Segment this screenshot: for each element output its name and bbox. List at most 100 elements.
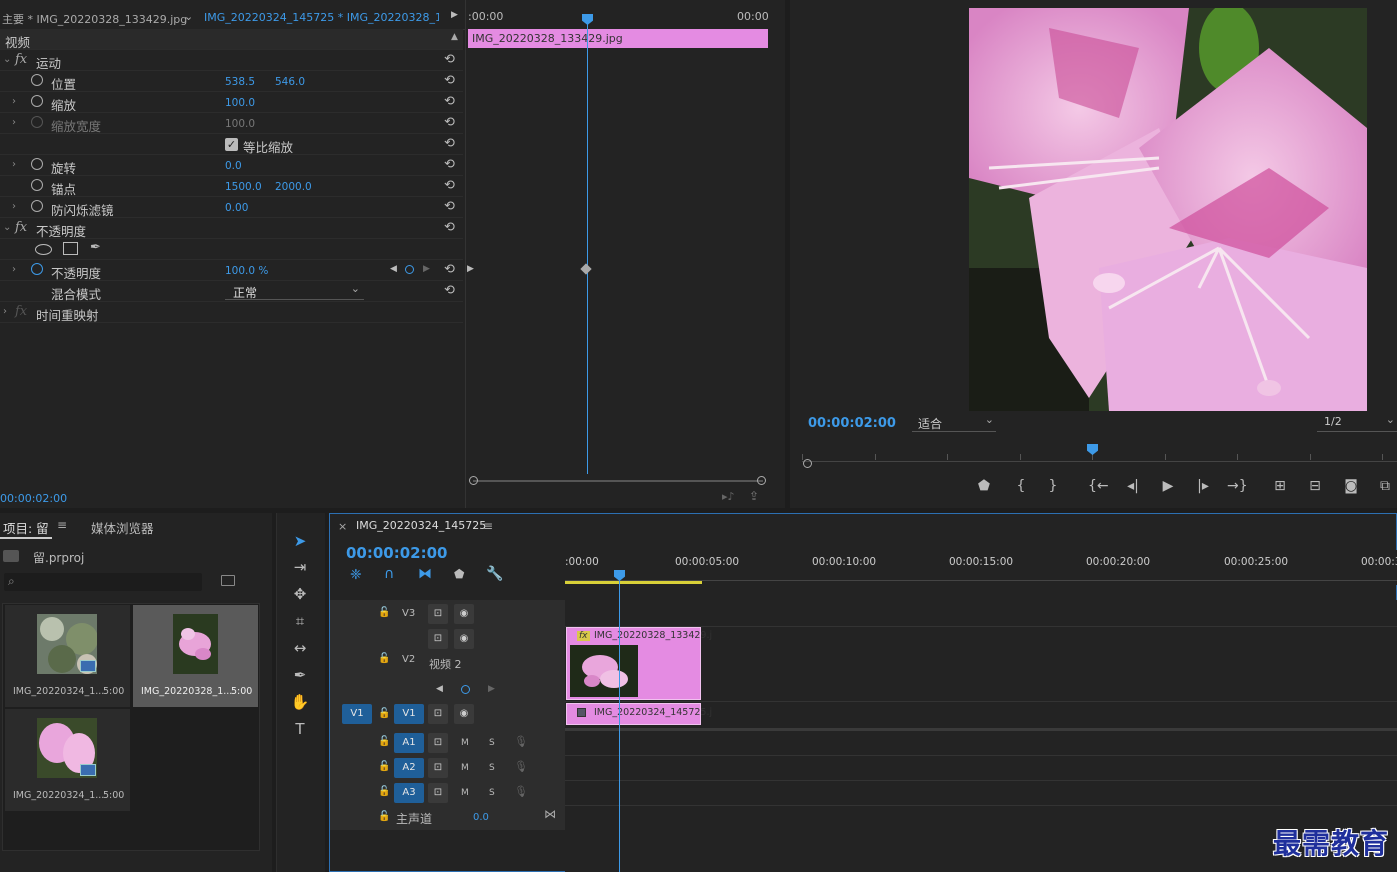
reset-icon[interactable]: ⟲ — [444, 220, 455, 235]
expand-chevron-icon[interactable]: › — [12, 159, 16, 170]
stopwatch-icon[interactable] — [31, 74, 43, 86]
add-keyframe-icon[interactable] — [405, 265, 414, 274]
reset-icon[interactable]: ⟲ — [444, 283, 455, 298]
resolution-select[interactable]: 1/2 ⌄ — [1317, 413, 1397, 432]
panel-menu-icon[interactable]: ≡ — [57, 518, 67, 532]
expand-chevron-icon[interactable]: ⌄ — [3, 222, 11, 233]
antiflicker-value[interactable]: 0.00 — [225, 202, 248, 214]
extract-icon[interactable]: ⊟ — [1305, 478, 1325, 494]
ripple-edit-tool-icon[interactable]: ✥ — [290, 584, 310, 604]
lock-icon[interactable]: 🔓 — [378, 653, 390, 664]
expand-chevron-icon[interactable]: › — [12, 117, 16, 128]
reset-icon[interactable]: ⟲ — [444, 178, 455, 193]
comparison-view-icon[interactable]: ⧉ — [1375, 478, 1395, 494]
reset-icon[interactable]: ⟲ — [444, 115, 455, 130]
lock-icon[interactable]: 🔓 — [378, 811, 390, 822]
tab-project[interactable]: 项目: 留 — [3, 518, 49, 537]
position-x-value[interactable]: 538.5 — [225, 76, 255, 88]
export-frame-icon[interactable]: ◙ — [1341, 478, 1361, 494]
effect-controls-timecode[interactable]: 00:00:02:00 — [0, 492, 67, 505]
program-timecode[interactable]: 00:00:02:00 — [808, 416, 896, 431]
eye-icon[interactable]: ◉ — [454, 604, 474, 624]
mute-button[interactable]: M — [461, 738, 469, 748]
timeline-ruler[interactable]: :00:00 00:00:05:00 00:00:10:00 00:00:15:… — [565, 550, 1397, 585]
source-patch-v1[interactable]: V1 — [342, 704, 372, 724]
zoom-handle-right[interactable] — [757, 476, 766, 485]
lock-icon[interactable]: 🔓 — [378, 736, 390, 747]
lift-icon[interactable]: ⊞ — [1270, 478, 1290, 494]
mini-zoom-scrollbar[interactable] — [473, 480, 763, 482]
sync-lock-icon[interactable]: ⊡ — [428, 629, 448, 649]
mark-out-icon[interactable]: } — [1043, 478, 1063, 494]
project-item[interactable]: IMG_20220324_1... 5:00 — [5, 709, 130, 811]
blend-mode-select[interactable]: 正常 ⌄ — [225, 282, 364, 300]
microphone-icon[interactable]: 🎙 — [514, 785, 528, 798]
reset-icon[interactable]: ⟲ — [444, 73, 455, 88]
master-volume[interactable]: 0.0 — [473, 812, 489, 823]
project-item[interactable]: IMG_20220324_1... 5:00 — [5, 605, 130, 707]
timeline-tab[interactable]: IMG_20220324_145725 — [356, 519, 486, 532]
go-to-in-icon[interactable]: {← — [1088, 478, 1109, 494]
pen-mask-icon[interactable]: ✒ — [90, 240, 101, 255]
type-tool-icon[interactable]: T — [290, 719, 310, 739]
sync-lock-icon[interactable]: ⊡ — [428, 783, 448, 803]
reset-icon[interactable]: ⟲ — [444, 136, 455, 151]
project-item-selected[interactable]: IMG_20220328_1... 5:00 — [133, 605, 258, 707]
program-ruler[interactable] — [802, 440, 1397, 462]
tab-sequence-clip[interactable]: IMG_20220324_145725 * IMG_20220328_13... — [204, 11, 439, 24]
mark-in-icon[interactable]: { — [1011, 478, 1031, 494]
go-to-end-icon[interactable]: ⋈ — [544, 807, 556, 821]
project-search-input[interactable]: ⌕ — [4, 573, 202, 591]
add-marker-icon[interactable]: ⬟ — [454, 567, 464, 581]
slip-tool-icon[interactable]: ↔ — [290, 638, 310, 658]
lock-icon[interactable]: 🔓 — [378, 761, 390, 772]
expand-chevron-icon[interactable]: › — [12, 201, 16, 212]
sync-lock-icon[interactable]: ⊡ — [428, 604, 448, 624]
prev-keyframe-icon[interactable]: ◀ — [390, 264, 397, 274]
work-area-bar[interactable] — [565, 581, 702, 584]
solo-button[interactable]: S — [489, 738, 495, 748]
selection-tool-icon[interactable]: ➤ — [290, 531, 310, 551]
add-keyframe-icon[interactable] — [461, 685, 470, 694]
step-back-icon[interactable]: ◂| — [1123, 478, 1143, 494]
prev-keyframe-icon[interactable]: ◀ — [436, 684, 443, 694]
timeline-clip-v1[interactable]: IMG_20220324_145725.j — [566, 703, 712, 725]
next-keyframe-icon[interactable]: ▶ — [488, 684, 495, 694]
tab-media-browser[interactable]: 媒体浏览器 — [91, 518, 154, 537]
eye-icon[interactable]: ◉ — [454, 629, 474, 649]
hand-tool-icon[interactable]: ✋ — [290, 692, 310, 712]
uniform-scale-checkbox[interactable]: ✓ — [225, 138, 238, 151]
eye-icon[interactable]: ◉ — [454, 704, 474, 724]
stopwatch-icon[interactable] — [31, 179, 43, 191]
sync-lock-icon[interactable]: ⊡ — [428, 704, 448, 724]
track-target-a2[interactable]: A2 — [394, 758, 424, 778]
go-to-out-icon[interactable]: →} — [1227, 478, 1248, 494]
stopwatch-icon[interactable] — [31, 263, 43, 275]
opacity-value[interactable]: 100.0 % — [225, 265, 268, 277]
filter-icon[interactable]: ▸♪ — [722, 490, 735, 503]
solo-button[interactable]: S — [489, 763, 495, 773]
rectangle-mask-icon[interactable] — [63, 242, 78, 255]
next-keyframe-icon[interactable]: ▶ — [423, 264, 430, 274]
stopwatch-icon[interactable] — [31, 200, 43, 212]
track-target-a3[interactable]: A3 — [394, 783, 424, 803]
lock-icon[interactable]: 🔓 — [378, 708, 390, 719]
track-select-tool-icon[interactable]: ⇥ — [290, 557, 310, 577]
ellipse-mask-icon[interactable] — [35, 244, 52, 255]
stopwatch-icon[interactable] — [31, 158, 43, 170]
mute-button[interactable]: M — [461, 788, 469, 798]
mini-timeline-clip[interactable]: IMG_20220328_133429.jpg — [468, 29, 768, 48]
pen-tool-icon[interactable]: ✒ — [290, 665, 310, 685]
reset-icon[interactable]: ⟲ — [444, 157, 455, 172]
play-triangle-icon[interactable]: ▶ — [451, 10, 458, 20]
expand-chevron-icon[interactable]: › — [12, 264, 16, 275]
expand-chevron-icon[interactable]: ⌄ — [3, 54, 11, 65]
scale-value[interactable]: 100.0 — [225, 97, 255, 109]
fx-icon[interactable]: fx — [15, 220, 27, 235]
stopwatch-icon[interactable] — [31, 95, 43, 107]
step-forward-icon[interactable]: |▸ — [1193, 478, 1213, 494]
reset-icon[interactable]: ⟲ — [444, 199, 455, 214]
solo-button[interactable]: S — [489, 788, 495, 798]
timeline-clip-v2[interactable]: fx IMG_20220328_133429.j — [566, 627, 712, 700]
lock-icon[interactable]: 🔓 — [378, 607, 390, 618]
